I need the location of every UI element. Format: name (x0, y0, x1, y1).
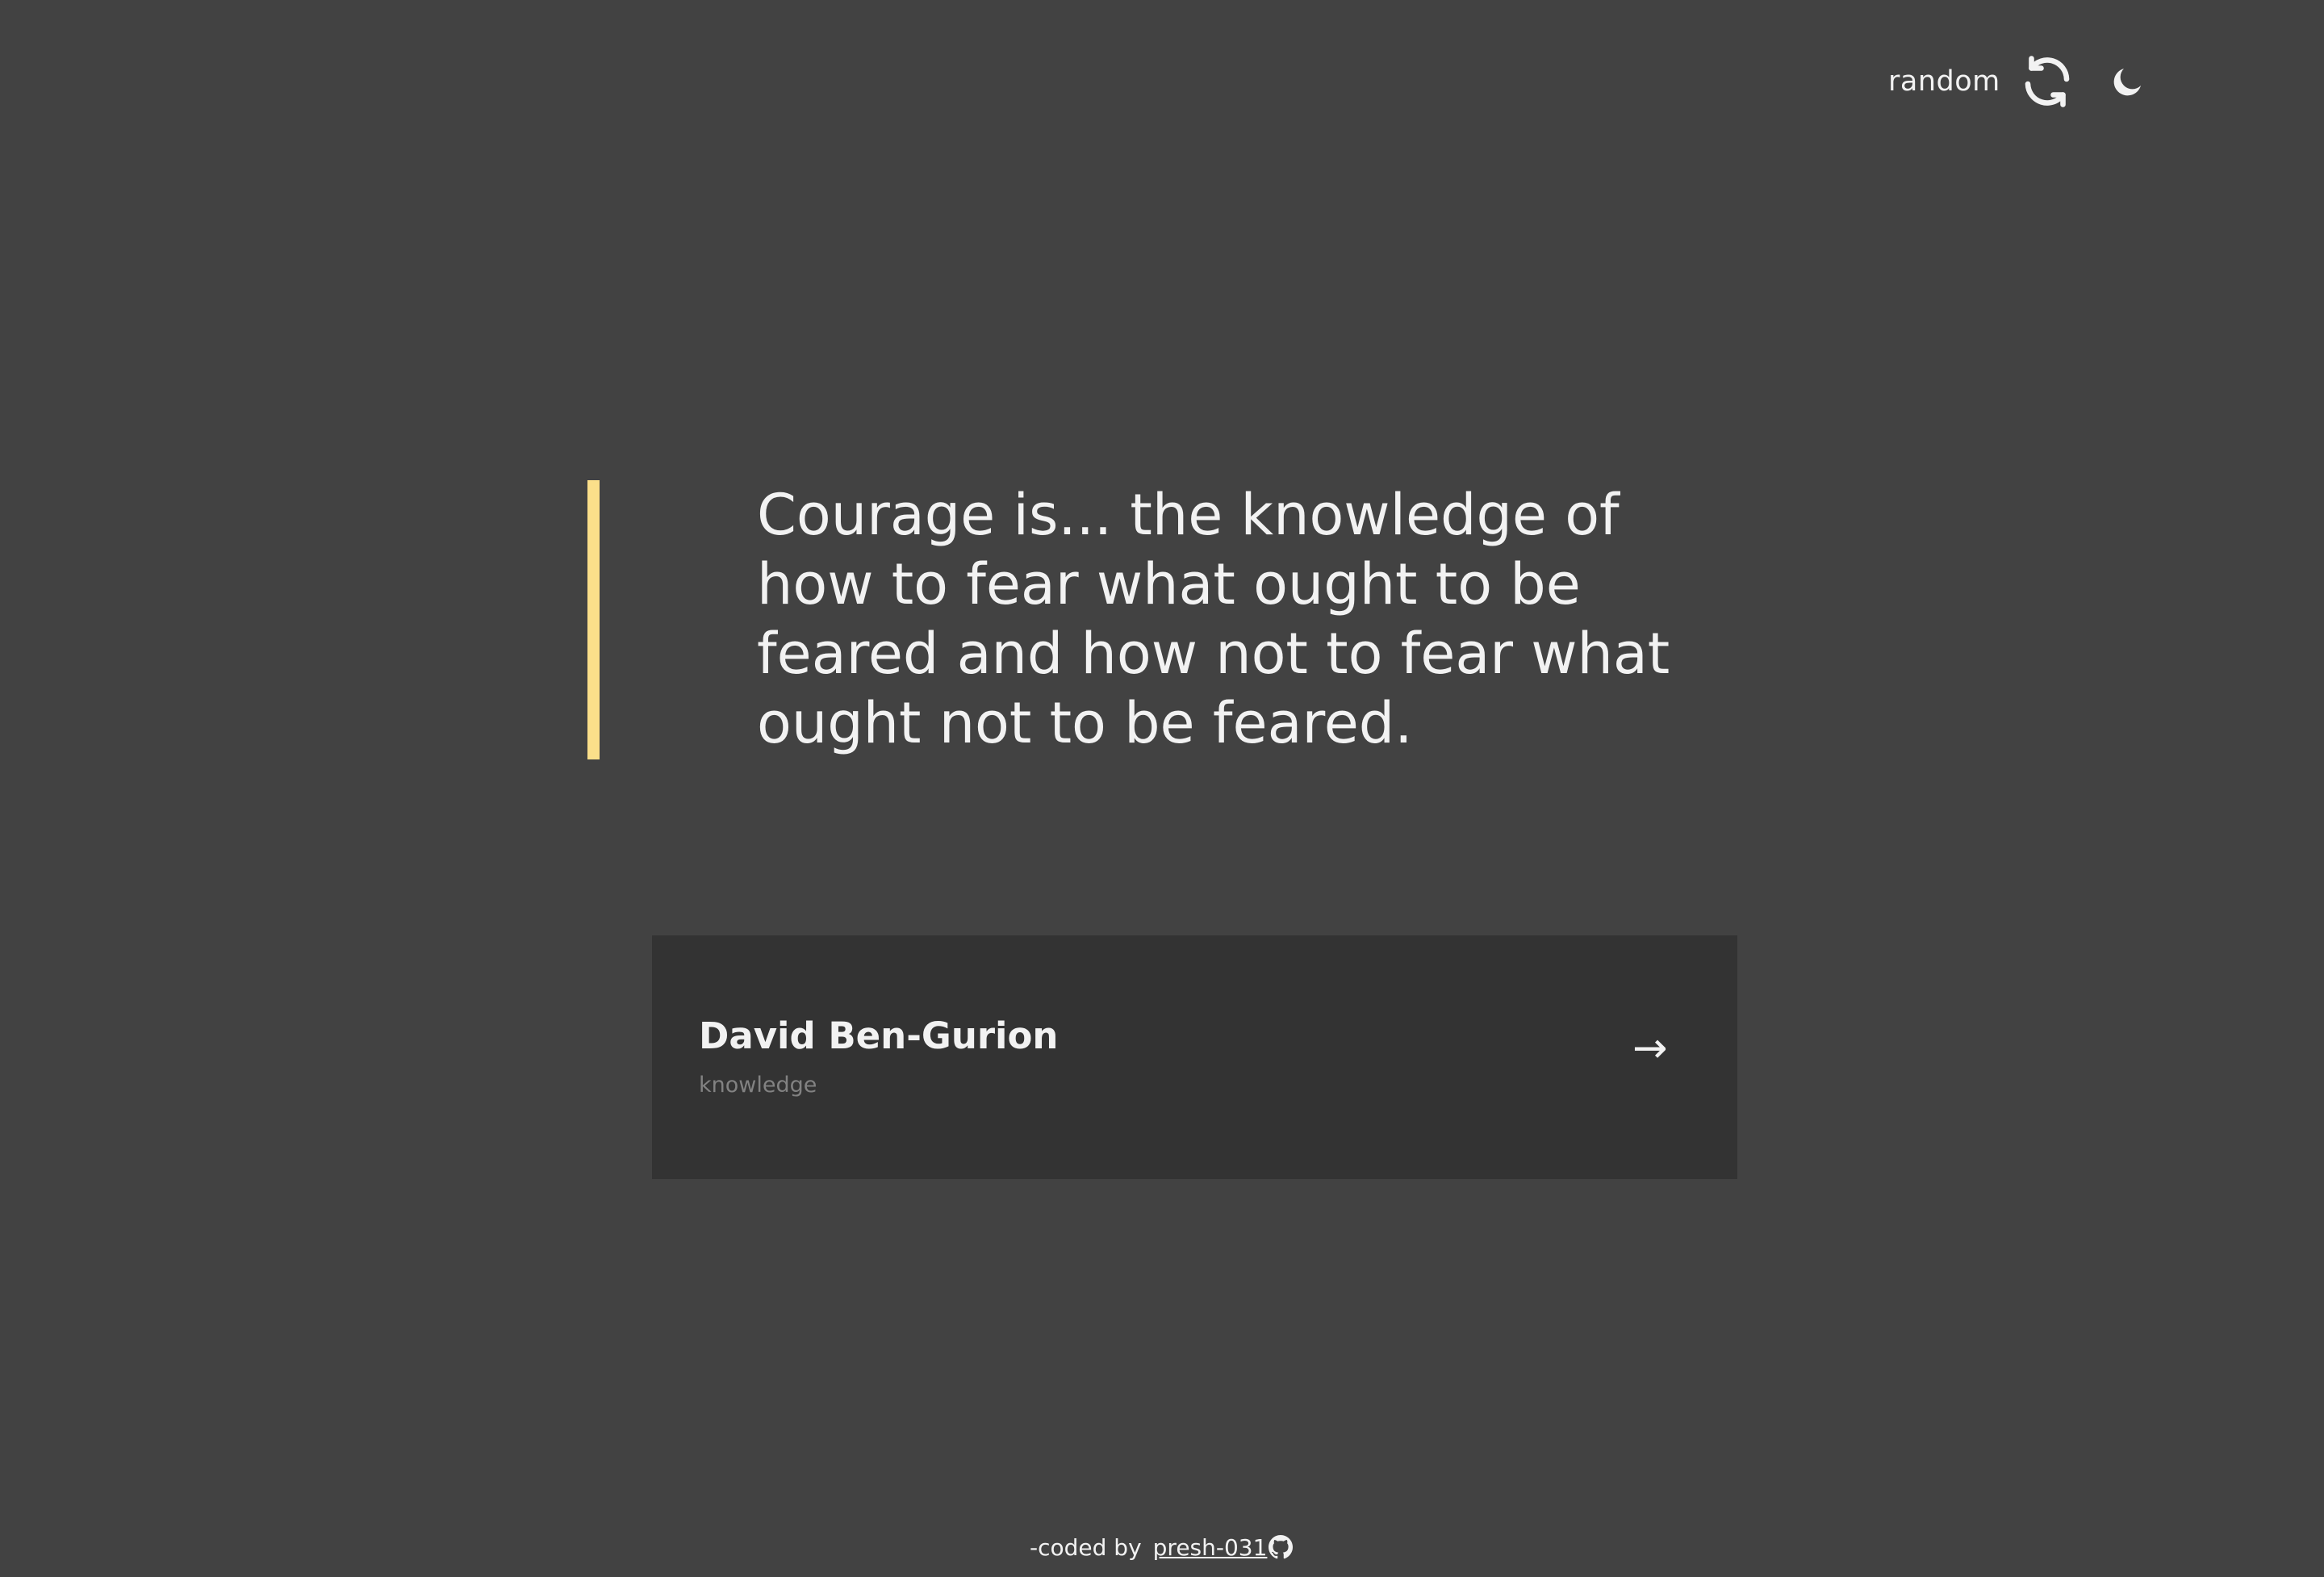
author-github-link[interactable]: presh-031 (1153, 1534, 1268, 1561)
moon-icon (2109, 62, 2147, 101)
theme-toggle-button[interactable] (2109, 62, 2147, 101)
refresh-icon (2018, 52, 2076, 111)
footer-credit: -coded by (1030, 1533, 1142, 1561)
arrow-right-icon: → (1632, 1024, 1668, 1073)
footer: -coded by presh-031 (1030, 1531, 1294, 1563)
top-bar: random (1888, 53, 2147, 110)
random-label: random (1888, 65, 2000, 98)
author-card[interactable]: David Ben-Gurion knowledge → (652, 935, 1737, 1179)
github-icon[interactable] (1267, 1535, 1294, 1559)
quote-accent-bar (587, 480, 600, 759)
author-name: David Ben-Gurion (699, 1014, 1059, 1057)
quote-text: Courage is... the knowledge of how to fe… (757, 482, 1670, 756)
quote-block: Courage is... the knowledge of how to fe… (587, 480, 1733, 759)
quote-genre: knowledge (699, 1073, 817, 1098)
random-quote-button[interactable]: random (1888, 52, 2076, 111)
